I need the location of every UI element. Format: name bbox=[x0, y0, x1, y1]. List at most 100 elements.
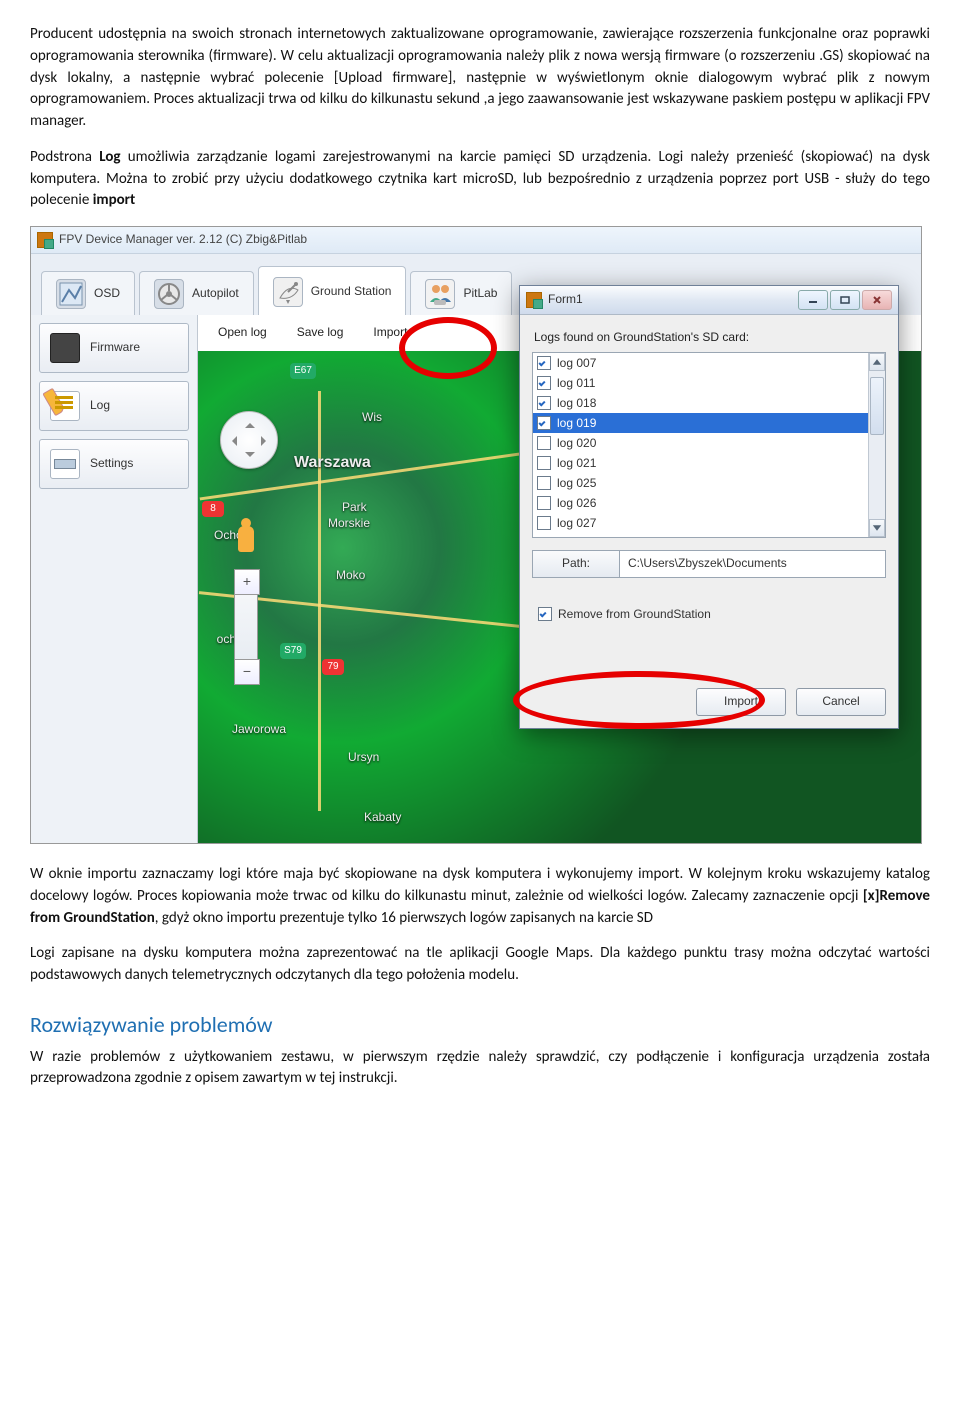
map-label: Park bbox=[342, 499, 367, 516]
scroll-up-icon[interactable] bbox=[869, 353, 885, 371]
checkbox-icon[interactable] bbox=[537, 416, 551, 430]
list-item[interactable]: log 007 bbox=[533, 353, 868, 373]
list-item[interactable]: log 020 bbox=[533, 433, 868, 453]
checkbox-icon[interactable] bbox=[538, 607, 552, 621]
checkbox-icon[interactable] bbox=[537, 456, 551, 470]
tab-ground-station[interactable]: Ground Station bbox=[258, 266, 407, 317]
people-icon bbox=[425, 279, 455, 309]
sidebar-item-label: Settings bbox=[90, 455, 133, 472]
list-item-label: log 020 bbox=[557, 435, 596, 452]
tab-label: PitLab bbox=[463, 285, 497, 302]
sidebar-item-firmware[interactable]: Firmware bbox=[39, 323, 189, 373]
tab-autopilot[interactable]: Autopilot bbox=[139, 271, 254, 316]
map-zoom-control[interactable]: + − bbox=[234, 569, 258, 685]
import-dialog: Form1 Logs found on GroundStation's SD c… bbox=[519, 285, 899, 729]
scroll-down-icon[interactable] bbox=[869, 519, 885, 537]
zoom-in-button[interactable]: + bbox=[234, 569, 260, 595]
list-item[interactable]: log 027 bbox=[533, 513, 868, 533]
paragraph-4: Logi zapisane na dysku komputera można z… bbox=[30, 943, 930, 987]
road-shield: S79 bbox=[280, 643, 306, 659]
tab-osd[interactable]: OSD bbox=[41, 271, 135, 316]
checkbox-icon[interactable] bbox=[537, 376, 551, 390]
list-item-label: log 019 bbox=[557, 415, 596, 432]
list-item[interactable]: log 018 bbox=[533, 393, 868, 413]
window-title: FPV Device Manager ver. 2.12 (C) Zbig&Pi… bbox=[59, 231, 307, 248]
dialog-cancel-button[interactable]: Cancel bbox=[796, 688, 886, 716]
path-label-button[interactable]: Path: bbox=[532, 550, 620, 577]
annotation-circle bbox=[399, 317, 497, 379]
list-item-label: log 021 bbox=[557, 455, 596, 472]
list-item[interactable]: log 019 bbox=[533, 413, 868, 433]
scrollbar[interactable] bbox=[868, 353, 885, 537]
dialog-title: Form1 bbox=[548, 291, 583, 308]
list-item[interactable]: log 021 bbox=[533, 453, 868, 473]
text: W oknie importu zaznaczamy logi które ma… bbox=[30, 865, 930, 905]
map-label: Kabaty bbox=[364, 809, 401, 826]
scroll-track[interactable] bbox=[869, 371, 885, 519]
map-label: Jaworowa bbox=[232, 721, 286, 738]
minimize-button[interactable] bbox=[798, 290, 828, 310]
tab-label: Autopilot bbox=[192, 285, 239, 302]
map-pan-control[interactable] bbox=[220, 411, 278, 469]
zoom-slider[interactable] bbox=[234, 595, 258, 659]
arrow-right-icon bbox=[261, 436, 271, 446]
arrow-down-icon bbox=[245, 452, 255, 462]
list-item-label: log 026 bbox=[557, 495, 596, 512]
map-label: Warszawa bbox=[294, 451, 371, 474]
remove-label: Remove from GroundStation bbox=[558, 606, 711, 623]
satellite-dish-icon bbox=[273, 277, 303, 307]
annotation-circle bbox=[513, 671, 765, 729]
sidebar: Firmware Log Settings bbox=[31, 315, 198, 843]
map-label: Ursyn bbox=[348, 749, 379, 766]
list-item-label: log 007 bbox=[557, 355, 596, 372]
close-button[interactable] bbox=[862, 290, 892, 310]
open-log-button[interactable]: Open log bbox=[218, 324, 267, 341]
tab-pitlab[interactable]: PitLab bbox=[410, 271, 512, 316]
pegman-icon[interactable] bbox=[238, 526, 254, 552]
text: , gdyż okno importu prezentuje tylko 16 … bbox=[155, 909, 653, 927]
pencil-log-icon bbox=[50, 391, 80, 421]
checkbox-icon[interactable] bbox=[537, 516, 551, 530]
remove-checkbox-row[interactable]: Remove from GroundStation bbox=[538, 606, 886, 623]
checkbox-icon[interactable] bbox=[537, 356, 551, 370]
scroll-thumb[interactable] bbox=[870, 377, 884, 435]
steering-icon bbox=[154, 279, 184, 309]
checkbox-icon[interactable] bbox=[537, 436, 551, 450]
road-shield: 8 bbox=[202, 501, 224, 517]
arrow-up-icon bbox=[245, 418, 255, 428]
paragraph-5: W razie problemów z użytkowaniem zestawu… bbox=[30, 1047, 930, 1091]
chip-icon bbox=[50, 333, 80, 363]
paragraph-1: Producent udostępnia na swoich stronach … bbox=[30, 24, 930, 133]
sidebar-item-label: Firmware bbox=[90, 339, 140, 356]
dialog-title-bar[interactable]: Form1 bbox=[520, 286, 898, 315]
list-item-label: log 011 bbox=[557, 375, 595, 392]
list-item[interactable]: log 011 bbox=[533, 373, 868, 393]
sidebar-item-log[interactable]: Log bbox=[39, 381, 189, 431]
map-label: Moko bbox=[336, 567, 365, 584]
checkbox-icon[interactable] bbox=[537, 396, 551, 410]
checkbox-icon[interactable] bbox=[537, 496, 551, 510]
screenshot: FPV Device Manager ver. 2.12 (C) Zbig&Pi… bbox=[30, 226, 922, 846]
path-value: C:\Users\Zbyszek\Documents bbox=[620, 550, 886, 577]
logs-listbox[interactable]: log 007 log 011log 018 log 019 log 020 log 0… bbox=[532, 352, 886, 538]
save-log-button[interactable]: Save log bbox=[297, 324, 344, 341]
list-item[interactable]: log 026 bbox=[533, 493, 868, 513]
road-shield: 79 bbox=[322, 659, 344, 675]
checkbox-icon[interactable] bbox=[537, 476, 551, 490]
zoom-out-button[interactable]: − bbox=[234, 659, 260, 685]
logs-found-label: Logs found on GroundStation's SD card: bbox=[534, 329, 886, 346]
sidebar-item-label: Log bbox=[90, 397, 110, 414]
paragraph-2: Podstrona Log umożliwia zarządzanie loga… bbox=[30, 147, 930, 212]
list-item[interactable]: log 025 bbox=[533, 473, 868, 493]
paragraph-3: W oknie importu zaznaczamy logi które ma… bbox=[30, 864, 930, 929]
text-bold: import bbox=[93, 191, 136, 209]
tab-label: OSD bbox=[94, 285, 120, 302]
app-window: FPV Device Manager ver. 2.12 (C) Zbig&Pi… bbox=[30, 226, 922, 844]
list-item-label: log 027 bbox=[557, 515, 596, 532]
maximize-button[interactable] bbox=[830, 290, 860, 310]
map-label: Wis bbox=[362, 409, 382, 426]
sidebar-item-settings[interactable]: Settings bbox=[39, 439, 189, 489]
arrow-left-icon bbox=[227, 436, 237, 446]
title-bar: FPV Device Manager ver. 2.12 (C) Zbig&Pi… bbox=[31, 227, 921, 254]
section-heading: Rozwiązywanie problemów bbox=[30, 1009, 930, 1041]
